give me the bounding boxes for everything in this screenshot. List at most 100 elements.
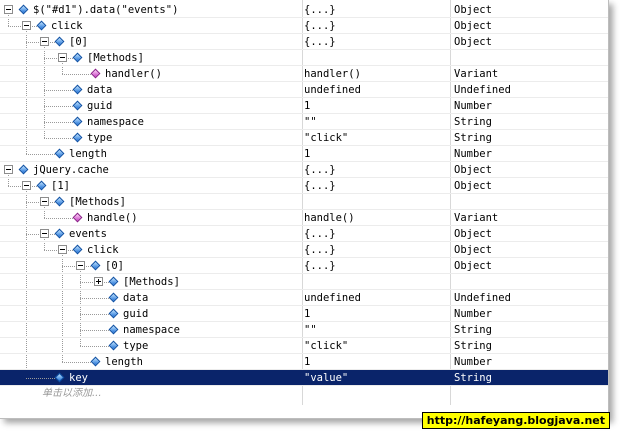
watch-value: {...} <box>304 20 336 32</box>
collapse-toggle[interactable] <box>40 37 49 46</box>
watch-name: $("#d1").data("events") <box>33 4 179 16</box>
watch-type: Object <box>454 244 492 256</box>
watch-value: "" <box>304 116 317 128</box>
collapse-toggle[interactable] <box>76 261 85 270</box>
watch-row[interactable]: [1] {...} Object <box>0 178 608 194</box>
watch-type: Undefined <box>454 84 511 96</box>
property-icon <box>54 36 65 47</box>
collapse-toggle[interactable] <box>4 165 13 174</box>
watch-row[interactable]: namespace "" String <box>0 322 608 338</box>
collapse-toggle[interactable] <box>58 245 67 254</box>
watch-row[interactable]: key "value" String <box>0 370 608 386</box>
watch-row[interactable]: [Methods] <box>0 274 608 290</box>
watch-row[interactable]: type "click" String <box>0 130 608 146</box>
watch-row[interactable]: events {...} Object <box>0 226 608 242</box>
watch-value: 1 <box>304 100 311 112</box>
add-watch-row[interactable]: 单击以添加... <box>0 386 608 402</box>
watch-value: {...} <box>304 4 336 16</box>
collapse-toggle[interactable] <box>4 5 13 14</box>
property-icon <box>90 260 101 271</box>
watch-name: type <box>87 132 113 144</box>
watch-row[interactable]: [Methods] <box>0 50 608 66</box>
watch-row[interactable]: jQuery.cache {...} Object <box>0 162 608 178</box>
tree-guide <box>44 218 73 219</box>
watch-name: length <box>105 356 143 368</box>
watch-name: namespace <box>87 116 144 128</box>
watch-name: handler() <box>105 68 162 80</box>
property-icon <box>90 356 101 367</box>
watch-row[interactable]: click {...} Object <box>0 18 608 34</box>
watch-row[interactable]: type "click" String <box>0 338 608 354</box>
watch-row[interactable]: length 1 Number <box>0 146 608 162</box>
watch-type: Object <box>454 164 492 176</box>
method-icon <box>90 68 101 79</box>
property-icon <box>108 292 119 303</box>
watch-row[interactable]: handle() handle() Variant <box>0 210 608 226</box>
watch-row[interactable]: namespace "" String <box>0 114 608 130</box>
watch-type: Variant <box>454 212 499 224</box>
watch-row[interactable]: [0] {...} Object <box>0 34 608 50</box>
property-icon <box>36 20 47 31</box>
watch-type: Number <box>454 308 492 320</box>
tree-guide <box>44 106 73 107</box>
watch-value: {...} <box>304 260 336 272</box>
watch-type: String <box>454 324 492 336</box>
watch-name: [Methods] <box>123 276 180 288</box>
watch-row[interactable]: [0] {...} Object <box>0 258 608 274</box>
property-icon <box>54 148 65 159</box>
watch-type: Number <box>454 100 492 112</box>
collapse-toggle[interactable] <box>58 53 67 62</box>
watch-value: "click" <box>304 340 349 352</box>
method-icon <box>72 212 83 223</box>
property-icon <box>72 84 83 95</box>
property-icon <box>108 340 119 351</box>
tree-guide <box>44 122 73 123</box>
tree-guide <box>62 74 91 75</box>
watch-name: length <box>69 148 107 160</box>
watch-row[interactable]: data undefined Undefined <box>0 82 608 98</box>
property-icon <box>18 4 29 15</box>
tree-guide <box>44 90 73 91</box>
tree-guide <box>26 378 55 379</box>
watch-type: Object <box>454 4 492 16</box>
watch-type: String <box>454 116 492 128</box>
watch-type: String <box>454 340 492 352</box>
watch-name: data <box>123 292 149 304</box>
watch-value: {...} <box>304 36 336 48</box>
watch-row[interactable]: guid 1 Number <box>0 306 608 322</box>
watch-name: [Methods] <box>69 196 126 208</box>
watch-name: [Methods] <box>87 52 144 64</box>
watch-row[interactable]: length 1 Number <box>0 354 608 370</box>
tree-guide <box>62 362 91 363</box>
expand-toggle[interactable] <box>94 277 103 286</box>
property-icon <box>36 180 47 191</box>
property-icon <box>108 308 119 319</box>
watch-window: $("#d1").data("events") {...} Object click {… <box>0 0 609 419</box>
watch-name: click <box>87 244 119 256</box>
watch-value: 1 <box>304 148 311 160</box>
watch-value: {...} <box>304 164 336 176</box>
collapse-toggle[interactable] <box>22 181 31 190</box>
tree-guide <box>80 298 109 299</box>
watch-name: key <box>69 372 88 384</box>
add-watch-hint: 单击以添加... <box>42 388 102 399</box>
collapse-toggle[interactable] <box>40 229 49 238</box>
watch-row[interactable]: click {...} Object <box>0 242 608 258</box>
tree-guide <box>26 154 55 155</box>
property-icon <box>54 228 65 239</box>
watch-row[interactable]: [Methods] <box>0 194 608 210</box>
watch-row[interactable]: $("#d1").data("events") {...} Object <box>0 2 608 18</box>
property-icon <box>72 132 83 143</box>
collapse-toggle[interactable] <box>40 197 49 206</box>
property-icon <box>54 372 65 383</box>
watch-row[interactable]: handler() handler() Variant <box>0 66 608 82</box>
watch-row[interactable]: data undefined Undefined <box>0 290 608 306</box>
watch-value: {...} <box>304 244 336 256</box>
watch-name: [0] <box>69 36 88 48</box>
watch-row[interactable]: guid 1 Number <box>0 98 608 114</box>
watch-value: {...} <box>304 180 336 192</box>
watch-type: Object <box>454 180 492 192</box>
watch-name: handle() <box>87 212 138 224</box>
collapse-toggle[interactable] <box>22 21 31 30</box>
watch-name: guid <box>123 308 149 320</box>
